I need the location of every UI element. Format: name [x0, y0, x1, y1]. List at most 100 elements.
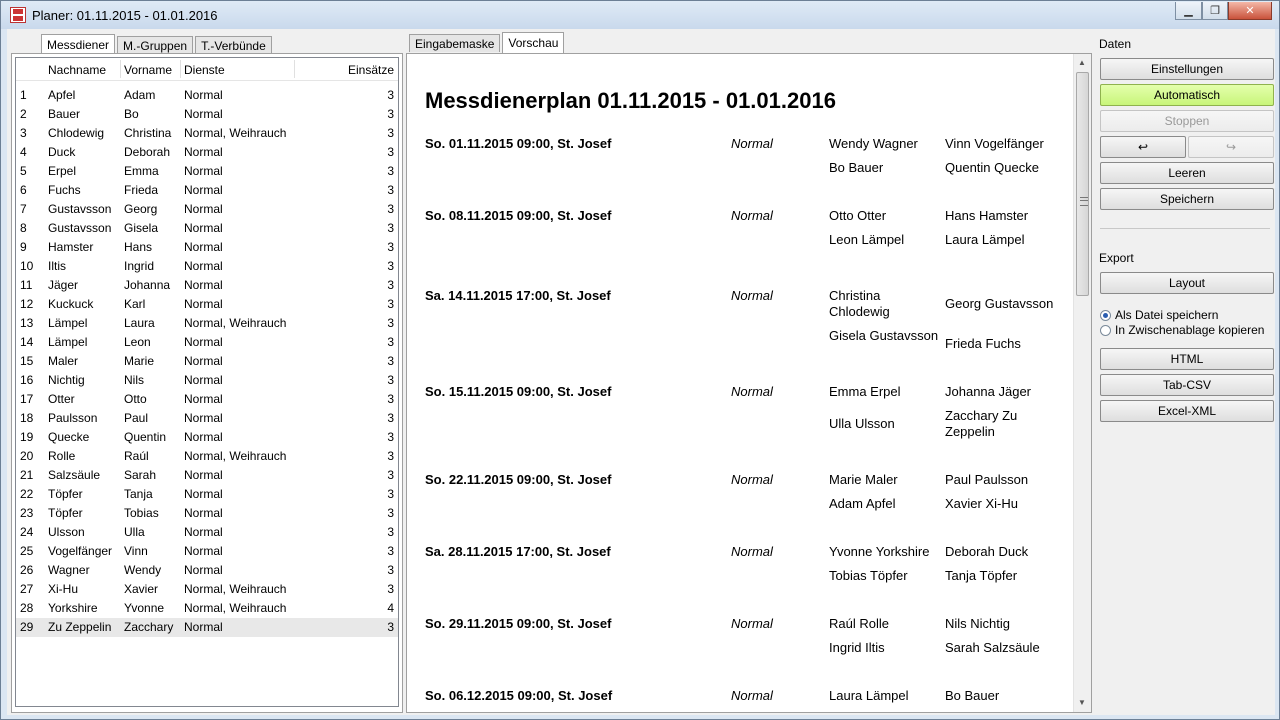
preview-entry-name: Zacchary Zu Zeppelin: [945, 408, 1018, 439]
tab-csv-button[interactable]: Tab-CSV: [1100, 374, 1274, 396]
html-button[interactable]: HTML: [1100, 348, 1274, 370]
automatisch-button[interactable]: Automatisch: [1100, 84, 1274, 106]
preview-entry-name: Johanna Jäger: [945, 384, 1032, 399]
cell-einsaetze: 3: [387, 544, 394, 558]
preview-title: Messdienerplan 01.11.2015 - 01.01.2016: [425, 88, 836, 113]
table-row[interactable]: 25 Vogelfänger Vinn Normal 3: [16, 542, 398, 561]
table-row[interactable]: 7 Gustavsson Georg Normal 3: [16, 200, 398, 219]
cell-einsaetze: 3: [387, 107, 394, 121]
table-row[interactable]: 9 Hamster Hans Normal 3: [16, 238, 398, 257]
einstellungen-button[interactable]: Einstellungen: [1100, 58, 1274, 80]
col-einsaetze[interactable]: Einsätze: [348, 63, 394, 77]
table-row[interactable]: 8 Gustavsson Gisela Normal 3: [16, 219, 398, 238]
preview-entry-type: Normal: [731, 288, 773, 303]
table-row[interactable]: 4 Duck Deborah Normal 3: [16, 143, 398, 162]
table-row[interactable]: 13 Lämpel Laura Normal, Weihrauch 3: [16, 314, 398, 333]
cell-einsaetze: 3: [387, 316, 394, 330]
col-nachname[interactable]: Nachname: [48, 63, 106, 77]
cell-nachname: Yorkshire: [48, 601, 98, 615]
title-bar[interactable]: Planer: 01.11.2015 - 01.01.2016 ▁ ❐ ✕: [1, 1, 1279, 29]
table-row[interactable]: 18 Paulsson Paul Normal 3: [16, 409, 398, 428]
table-row[interactable]: 11 Jäger Johanna Normal 3: [16, 276, 398, 295]
cell-nachname: Lämpel: [48, 316, 88, 330]
table-row[interactable]: 24 Ulsson Ulla Normal 3: [16, 523, 398, 542]
scroll-down-icon[interactable]: ▼: [1077, 698, 1087, 708]
cell-einsaetze: 3: [387, 506, 394, 520]
scroll-thumb[interactable]: [1076, 72, 1089, 296]
table-row[interactable]: 15 Maler Marie Normal 3: [16, 352, 398, 371]
cell-dienste: Normal: [184, 468, 223, 482]
cell-nachname: Erpel: [48, 164, 77, 178]
preview-entry-name: Paul Paulsson: [945, 472, 1029, 487]
cell-nachname: Bauer: [48, 107, 81, 121]
table-row[interactable]: 23 Töpfer Tobias Normal 3: [16, 504, 398, 523]
cell-dienste: Normal: [184, 506, 223, 520]
radio-als-datei-label: Als Datei speichern: [1115, 308, 1219, 322]
speichern-button[interactable]: Speichern: [1100, 188, 1274, 210]
radio-zwischenablage[interactable]: In Zwischenablage kopieren: [1100, 323, 1264, 337]
tab-messdiener[interactable]: Messdiener: [41, 34, 116, 55]
tab-vorschau[interactable]: Vorschau: [502, 32, 565, 53]
table-row[interactable]: 10 Iltis Ingrid Normal 3: [16, 257, 398, 276]
undo-button[interactable]: ↩: [1100, 136, 1186, 158]
col-vorname[interactable]: Vorname: [124, 63, 172, 77]
radio-als-datei[interactable]: Als Datei speichern: [1100, 308, 1218, 322]
cell-vorname: Paul: [124, 411, 149, 425]
cell-vorname: Johanna: [124, 278, 171, 292]
close-button[interactable]: ✕: [1228, 2, 1272, 20]
tab-m-gruppen[interactable]: M.-Gruppen: [117, 36, 194, 54]
excel-xml-button[interactable]: Excel-XML: [1100, 400, 1274, 422]
redo-button[interactable]: ↪: [1188, 136, 1274, 158]
table-row[interactable]: 6 Fuchs Frieda Normal 3: [16, 181, 398, 200]
table-row[interactable]: 19 Quecke Quentin Normal 3: [16, 428, 398, 447]
preview-entry-name: Georg Gustavsson: [945, 296, 1054, 311]
table-row[interactable]: 3 Chlodewig Christina Normal, Weihrauch 3: [16, 124, 398, 143]
table-row[interactable]: 16 Nichtig Nils Normal 3: [16, 371, 398, 390]
cell-nachname: Ulsson: [48, 525, 85, 539]
table-row[interactable]: 29 Zu Zeppelin Zacchary Normal 3: [16, 618, 398, 637]
minimize-button[interactable]: ▁: [1175, 2, 1202, 20]
cell-nachname: Chlodewig: [48, 126, 105, 140]
table-row[interactable]: 27 Xi-Hu Xavier Normal, Weihrauch 3: [16, 580, 398, 599]
cell-dienste: Normal: [184, 392, 223, 406]
cell-vorname: Christina: [124, 126, 172, 140]
preview-entry-date: So. 08.11.2015 09:00, St. Josef: [425, 208, 612, 223]
maximize-button[interactable]: ❐: [1202, 2, 1228, 20]
table-row[interactable]: 1 Apfel Adam Normal 3: [16, 86, 398, 105]
table-row[interactable]: 14 Lämpel Leon Normal 3: [16, 333, 398, 352]
client-area: Messdiener M.-Gruppen T.-Verbünde Nachna…: [7, 29, 1275, 715]
messdiener-table[interactable]: Nachname Vorname Dienste Einsätze 1 Apfel…: [15, 57, 399, 707]
table-row[interactable]: 12 Kuckuck Karl Normal 3: [16, 295, 398, 314]
row-index: 12: [20, 297, 34, 311]
stoppen-button[interactable]: Stoppen: [1100, 110, 1274, 132]
preview-entry-name: Vinn Vogelfänger: [945, 136, 1044, 151]
row-index: 10: [20, 259, 34, 273]
layout-button[interactable]: Layout: [1100, 272, 1274, 294]
cell-dienste: Normal: [184, 88, 223, 102]
table-row[interactable]: 28 Yorkshire Yvonne Normal, Weihrauch 4: [16, 599, 398, 618]
table-row[interactable]: 20 Rolle Raúl Normal, Weihrauch 3: [16, 447, 398, 466]
table-header: Nachname Vorname Dienste Einsätze: [16, 58, 398, 81]
cell-dienste: Normal: [184, 240, 223, 254]
preview-entry-name: Yvonne Yorkshire: [829, 544, 930, 559]
table-row[interactable]: 5 Erpel Emma Normal 3: [16, 162, 398, 181]
table-row[interactable]: 2 Bauer Bo Normal 3: [16, 105, 398, 124]
cell-einsaetze: 3: [387, 202, 394, 216]
table-row[interactable]: 26 Wagner Wendy Normal 3: [16, 561, 398, 580]
table-row[interactable]: 22 Töpfer Tanja Normal 3: [16, 485, 398, 504]
tab-eingabemaske[interactable]: Eingabemaske: [409, 34, 501, 52]
col-dienste[interactable]: Dienste: [184, 63, 225, 77]
cell-vorname: Adam: [124, 88, 156, 102]
cell-dienste: Normal: [184, 563, 223, 577]
cell-vorname: Emma: [124, 164, 159, 178]
row-index: 17: [20, 392, 34, 406]
scroll-up-icon[interactable]: ▲: [1077, 58, 1087, 68]
cell-einsaetze: 3: [387, 88, 394, 102]
table-row[interactable]: 21 Salzsäule Sarah Normal 3: [16, 466, 398, 485]
leeren-button[interactable]: Leeren: [1100, 162, 1274, 184]
tab-t-verbuende[interactable]: T.-Verbünde: [195, 36, 272, 54]
preview-scrollbar[interactable]: ▲ ▼: [1073, 54, 1091, 712]
table-row[interactable]: 17 Otter Otto Normal 3: [16, 390, 398, 409]
cell-nachname: Lämpel: [48, 335, 88, 349]
row-index: 6: [20, 183, 27, 197]
